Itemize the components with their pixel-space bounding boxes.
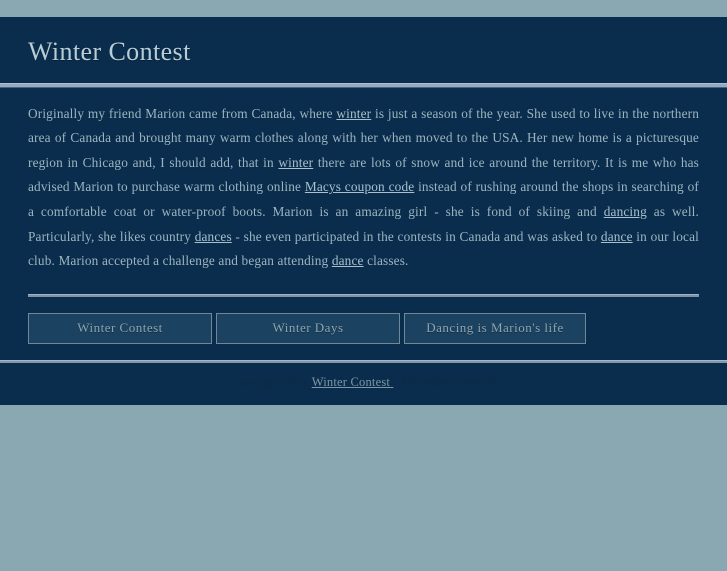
link-winter-2[interactable]: winter [278,155,313,170]
link-dances[interactable]: dances [195,229,232,244]
article-text-8: classes. [363,253,409,269]
article-section: Originally my friend Marion came from Ca… [0,87,727,297]
page-root: Winter Contest Originally my friend Mari… [0,0,727,571]
link-dancing[interactable]: dancing [604,204,647,219]
article-paragraph: Originally my friend Marion came from Ca… [28,102,699,274]
article-text-6: - she even participated in the contests … [231,228,601,244]
nav-button-winter-contest[interactable]: Winter Contest [28,312,212,344]
site-header: Winter Contest [0,17,727,88]
footer-copyright-suffix: . All rights reserved. [393,374,500,389]
link-winter-1[interactable]: winter [336,106,371,121]
footer-link-winter-contest[interactable]: Winter Contest [312,375,394,389]
header-divider [0,82,727,88]
page-title: Winter Contest [28,37,191,66]
nav-section: Winter Contest Winter Days Dancing is Ma… [0,296,727,360]
nav-button-group: Winter Contest Winter Days Dancing is Ma… [28,312,727,344]
link-dance-1[interactable]: dance [601,229,633,244]
footer-copyright-prefix: Copyright 2011 [227,374,312,389]
link-dance-2[interactable]: dance [332,253,364,268]
bottom-background-fill [0,404,727,571]
content-container: Winter Contest Originally my friend Mari… [0,17,727,405]
nav-button-winter-days[interactable]: Winter Days [216,312,400,344]
link-macys-coupon-code[interactable]: Macys coupon code [305,179,414,194]
nav-button-dancing-is-marions-life[interactable]: Dancing is Marion's life [404,312,586,344]
site-footer: Copyright 2011 Winter Contest . All righ… [0,362,727,405]
article-text-1: Originally my friend Marion came from Ca… [28,105,337,121]
footer-copyright: Copyright 2011 Winter Contest . All righ… [227,375,499,389]
top-background-strip [0,0,727,17]
